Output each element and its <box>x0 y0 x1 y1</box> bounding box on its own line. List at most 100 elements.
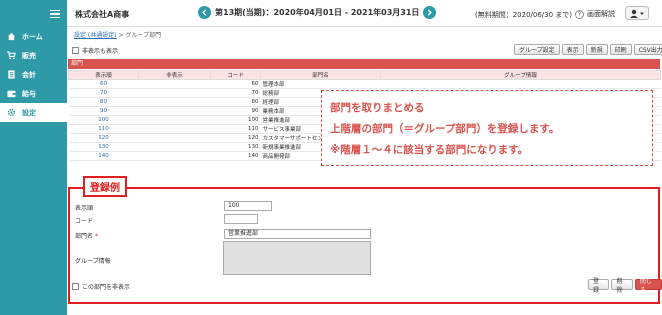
breadcrumb-link-settings[interactable]: 設定 (共通設定) <box>74 32 117 39</box>
column-header-order[interactable]: 表示順 <box>68 70 139 80</box>
user-menu-button[interactable] <box>625 6 649 20</box>
ledger-icon <box>7 70 16 79</box>
cell-order: 100 <box>68 115 139 125</box>
sidebar-item-home[interactable]: ホーム <box>0 27 67 46</box>
sidebar-item-accounting[interactable]: 会計 <box>0 65 67 84</box>
show-hidden-checkbox[interactable] <box>72 47 79 54</box>
cell-order: 70 <box>68 88 139 98</box>
breadcrumb-current: グループ部門 <box>125 32 162 39</box>
cell-name: 管理本部 <box>260 79 381 89</box>
cell-code: 130 <box>210 142 261 152</box>
period-label: 第13期(当期)：2020年04月01日 - 2021年03月31日 <box>215 8 420 17</box>
cell-code: 120 <box>210 133 261 143</box>
prev-period-icon[interactable] <box>198 6 211 19</box>
wallet-icon <box>7 89 16 98</box>
callout-line: 部門を取りまとめる <box>330 102 425 114</box>
hide-department-toggle: この部門を非表示 <box>72 282 130 291</box>
show-hidden-label: 非表示も表示 <box>82 48 119 55</box>
trial-period: (無料期間：2020/06/30 まで) <box>475 11 573 19</box>
table-title: 部門 <box>68 59 660 69</box>
column-header-code[interactable]: コード <box>210 70 261 80</box>
cell-hidden <box>138 97 211 107</box>
help-icon: ? <box>575 9 584 19</box>
sidebar-item-label: 販売 <box>22 51 36 60</box>
cell-order: 110 <box>68 124 139 134</box>
toolbar: グループ設定 表示 新規 印刷 CSV出力 <box>514 44 662 55</box>
registration-example-label: 登録例 <box>83 176 127 197</box>
sidebar-item-payroll[interactable]: 給与 <box>0 84 67 103</box>
code-input[interactable] <box>224 214 258 224</box>
form-actions: 登録 削除 閉じる <box>588 278 662 294</box>
cell-hidden <box>138 106 211 116</box>
close-button[interactable]: 閉じる <box>634 278 662 294</box>
delete-button[interactable]: 削除 <box>611 278 633 294</box>
cell-order: 60 <box>68 79 139 89</box>
cell-code: 70 <box>210 88 261 98</box>
cell-hidden <box>138 115 211 125</box>
register-button[interactable]: 登録 <box>588 278 610 294</box>
cell-code: 60 <box>210 79 261 89</box>
cell-hidden <box>138 142 211 152</box>
home-icon <box>7 32 16 41</box>
sidebar-item-settings[interactable]: 設定 <box>0 103 67 122</box>
hide-department-checkbox[interactable] <box>72 283 79 290</box>
callout-line: ※階層１～４に該当する部門になります。 <box>330 144 529 156</box>
cell-order: 120 <box>68 133 139 143</box>
cell-order: 130 <box>68 142 139 152</box>
hamburger-menu-icon[interactable] <box>50 9 60 18</box>
cart-icon <box>7 51 16 60</box>
name-label-text: 部門名 <box>75 233 94 240</box>
cell-hidden <box>138 88 211 98</box>
order-input[interactable]: 100 <box>224 201 272 211</box>
cell-code: 80 <box>210 97 261 107</box>
cell-hidden <box>138 133 211 143</box>
sidebar-item-label: 設定 <box>22 108 36 117</box>
display-button[interactable]: 表示 <box>561 44 584 55</box>
company-name: 株式会社A商事 <box>75 10 130 19</box>
callout-line: 上階層の部門（＝グループ部門）を登録します。 <box>330 123 560 135</box>
sidebar-item-label: 会計 <box>22 70 36 79</box>
help-label: 画面解説 <box>587 10 615 18</box>
gear-icon <box>7 108 16 117</box>
table-row[interactable]: 60 60 管理本部 <box>68 79 661 89</box>
order-label: 表示順 <box>75 205 94 212</box>
user-icon <box>630 9 644 18</box>
next-period-icon[interactable] <box>423 6 437 19</box>
cell-group <box>380 79 661 89</box>
cell-hidden <box>138 151 211 161</box>
header: 株式会社A商事 第13期(当期)：2020年04月01日 - 2021年03月3… <box>67 0 662 27</box>
new-button[interactable]: 新規 <box>585 44 608 55</box>
cell-code: 100 <box>210 115 261 125</box>
sidebar-item-label: ホーム <box>22 32 43 41</box>
cell-code: 110 <box>210 124 261 134</box>
breadcrumb: 設定 (共通設定) > グループ部門 <box>74 30 161 39</box>
help-link[interactable]: ? 画面解説 <box>575 9 615 19</box>
cell-hidden <box>138 79 211 89</box>
explanation-callout: 部門を取りまとめる 上階層の部門（＝グループ部門）を登録します。 ※階層１～４に… <box>321 90 653 166</box>
cell-order: 90 <box>68 106 139 116</box>
name-label: 部門名 * <box>75 231 98 240</box>
sidebar-item-sales[interactable]: 販売 <box>0 46 67 65</box>
group-settings-button[interactable]: グループ設定 <box>514 44 560 55</box>
cell-hidden <box>138 124 211 134</box>
column-header-name[interactable]: 部門名 <box>260 70 381 80</box>
csv-export-button[interactable]: CSV出力 <box>633 44 662 55</box>
sidebar-item-label: 給与 <box>22 89 36 98</box>
column-header-hidden[interactable]: 非表示 <box>138 70 211 80</box>
code-label: コード <box>75 218 94 225</box>
group-info-textarea[interactable] <box>223 241 371 275</box>
cell-order: 140 <box>68 151 139 161</box>
column-header-group[interactable]: グループ情報 <box>380 70 661 80</box>
cell-order: 80 <box>68 97 139 107</box>
required-mark: * <box>94 233 98 240</box>
group-info-label: グループ情報 <box>75 258 111 265</box>
cell-code: 140 <box>210 151 261 161</box>
sidebar: ホーム 販売 会計 給与 設定 <box>0 0 67 315</box>
hide-department-label: この部門を非表示 <box>82 284 131 291</box>
department-name-input[interactable]: 営業推進部 <box>224 229 371 239</box>
period-selector: 第13期(当期)：2020年04月01日 - 2021年03月31日 <box>198 6 437 19</box>
cell-code: 90 <box>210 106 261 116</box>
show-hidden-toggle: 非表示も表示 <box>72 46 118 55</box>
print-button[interactable]: 印刷 <box>609 44 632 55</box>
sidebar-top <box>0 0 67 27</box>
